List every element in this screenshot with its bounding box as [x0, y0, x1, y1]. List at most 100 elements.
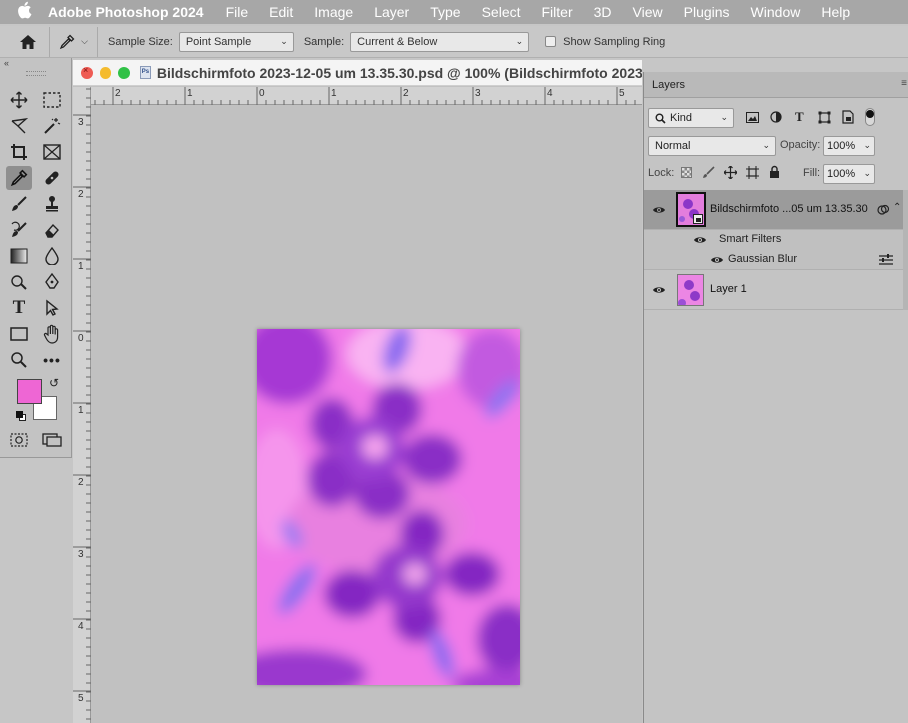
sample-size-select[interactable]: Point Sample ⌄	[178, 31, 294, 52]
eyedropper-tool-icon[interactable]	[6, 166, 32, 190]
eraser-tool-icon[interactable]	[39, 218, 65, 242]
smart-filters-row[interactable]: Smart Filters	[644, 230, 903, 249]
menu-edit[interactable]: Edit	[269, 4, 293, 20]
ruler-label: 1	[78, 405, 84, 416]
rectangle-tool-icon[interactable]	[6, 322, 32, 346]
blur-tool-icon[interactable]	[39, 244, 65, 268]
lasso-tool-icon[interactable]	[6, 114, 32, 138]
visibility-eye-icon[interactable]	[652, 205, 666, 215]
eyedropper-icon	[59, 34, 75, 49]
filter-smart-object-icon[interactable]	[842, 110, 854, 127]
layers-panel: Layers ≡ Kind ⌄ T Normal ⌄ Opacity: 100%…	[643, 72, 908, 723]
magic-wand-tool-icon[interactable]	[39, 114, 65, 138]
close-button[interactable]: ×	[81, 65, 93, 79]
menu-window[interactable]: Window	[751, 4, 801, 20]
chevron-down-icon: ⌄	[720, 112, 728, 122]
gradient-tool-icon[interactable]	[6, 244, 32, 268]
swap-colors-icon[interactable]: ↺	[49, 376, 59, 390]
filter-toggle-switch[interactable]	[865, 108, 875, 126]
history-brush-tool-icon[interactable]	[6, 218, 32, 242]
maximize-button[interactable]	[118, 66, 131, 79]
fill-label: Fill:	[803, 167, 821, 179]
ruler-label: 2	[403, 88, 409, 99]
chevron-down-icon: ⌄	[762, 140, 770, 150]
layer-name[interactable]: Layer 1	[710, 283, 747, 295]
tab-layers[interactable]: Layers	[652, 79, 685, 91]
layer-name[interactable]: Bildschirmfoto ...05 um 13.35.30	[710, 203, 868, 215]
crop-tool-icon[interactable]	[6, 140, 32, 164]
menu-select[interactable]: Select	[482, 4, 521, 20]
menu-app-name[interactable]: Adobe Photoshop 2024	[48, 4, 204, 20]
ruler-label: 5	[78, 693, 84, 704]
sampling-ring-checkbox[interactable]	[545, 36, 557, 47]
menu-type[interactable]: Type	[430, 4, 460, 20]
filter-type-icon[interactable]: T	[795, 109, 804, 125]
document-canvas[interactable]	[257, 329, 520, 685]
apple-menu-icon[interactable]	[0, 1, 48, 24]
path-selection-tool-icon[interactable]	[39, 296, 65, 320]
move-tool-icon[interactable]	[6, 88, 32, 112]
hand-tool-icon[interactable]	[39, 322, 65, 346]
eyedropper-preset-picker[interactable]: ⌵	[50, 26, 98, 57]
screen-mode-icon[interactable]	[39, 428, 65, 452]
blending-options-icon[interactable]	[879, 254, 893, 265]
marquee-tool-icon[interactable]	[39, 88, 65, 112]
dodge-tool-icon[interactable]	[6, 270, 32, 294]
filter-shape-icon[interactable]	[818, 111, 831, 127]
ruler-label: 2	[78, 189, 84, 200]
visibility-eye-icon[interactable]	[652, 285, 666, 295]
home-icon[interactable]	[6, 26, 50, 57]
horizontal-ruler: 2 1 0 1 2 3 4 5	[91, 87, 642, 105]
gaussian-blur-row[interactable]: Gaussian Blur	[644, 249, 903, 270]
menu-view[interactable]: View	[633, 4, 663, 20]
healing-brush-tool-icon[interactable]	[39, 166, 65, 190]
fill-input[interactable]: 100% ⌄	[823, 164, 875, 184]
menu-3d[interactable]: 3D	[594, 4, 612, 20]
blend-mode-select[interactable]: Normal ⌄	[648, 136, 776, 156]
brush-tool-icon[interactable]	[6, 192, 32, 216]
default-colors-icon[interactable]	[16, 411, 27, 422]
fill-value: 100%	[827, 168, 856, 180]
smart-filter-icon[interactable]	[877, 204, 890, 216]
menu-filter[interactable]: Filter	[542, 4, 573, 20]
frame-tool-icon[interactable]	[39, 140, 65, 164]
lock-artboard-icon[interactable]	[746, 166, 759, 182]
opacity-input[interactable]: 100% ⌄	[823, 136, 875, 156]
layer-row-layer-1[interactable]: Layer 1	[644, 270, 903, 310]
filter-name[interactable]: Gaussian Blur	[728, 253, 797, 265]
menu-plugins[interactable]: Plugins	[684, 4, 730, 20]
blend-mode-value: Normal	[655, 140, 691, 152]
lock-transparent-icon[interactable]	[681, 167, 692, 178]
foreground-color-swatch[interactable]	[17, 379, 42, 404]
ruler-label: 4	[78, 621, 84, 632]
panel-menu-icon[interactable]: ≡	[901, 78, 907, 89]
layer-filter-select[interactable]: Kind ⌄	[648, 108, 734, 128]
type-tool-icon[interactable]: T	[6, 296, 32, 320]
collapse-chevron-icon[interactable]: ⌃	[893, 202, 901, 213]
sample-select[interactable]: Current & Below ⌄	[350, 31, 530, 52]
panel-grip[interactable]	[26, 71, 46, 76]
filter-pixel-icon[interactable]	[746, 112, 759, 126]
chevron-down-icon: ⌄	[515, 35, 524, 46]
layer-row-smart-object[interactable]: Bildschirmfoto ...05 um 13.35.30 ⌃	[644, 190, 903, 230]
quick-mask-icon[interactable]	[6, 428, 32, 452]
visibility-eye-icon[interactable]	[710, 255, 724, 265]
lock-position-icon[interactable]	[723, 165, 738, 182]
lock-all-icon[interactable]	[769, 165, 780, 181]
collapse-icon[interactable]: «	[4, 58, 9, 68]
lock-image-icon[interactable]	[702, 166, 715, 182]
tools-panel: « T ••• ↺	[0, 58, 72, 458]
menu-file[interactable]: File	[226, 4, 249, 20]
more-tools-icon[interactable]: •••	[39, 348, 65, 372]
pen-tool-icon[interactable]	[39, 270, 65, 294]
filter-adjustment-icon[interactable]	[770, 111, 782, 126]
zoom-tool-icon[interactable]	[6, 348, 32, 372]
menu-layer[interactable]: Layer	[374, 4, 409, 20]
clone-stamp-tool-icon[interactable]	[39, 192, 65, 216]
panel-scrollbar[interactable]	[903, 190, 908, 310]
minimize-button[interactable]	[99, 66, 112, 79]
menu-help[interactable]: Help	[821, 4, 850, 20]
menu-image[interactable]: Image	[314, 4, 353, 20]
visibility-eye-icon[interactable]	[693, 235, 707, 245]
ruler-label: 0	[259, 88, 265, 99]
